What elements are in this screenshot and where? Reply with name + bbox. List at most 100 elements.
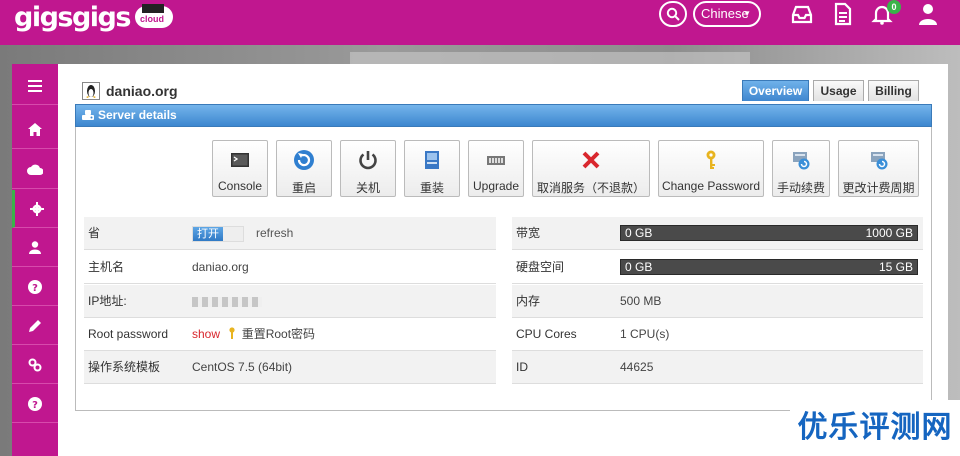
watermark-text: 优乐评测网 — [790, 400, 960, 456]
upgrade-label: Upgrade — [472, 179, 520, 193]
top-header: gigsgigs cloud Chinese ▼ 0 — [0, 0, 960, 45]
manual-renew-button[interactable]: 手动续费 — [772, 140, 830, 197]
menu-icon — [28, 79, 42, 92]
sidebar-item-links[interactable] — [12, 346, 58, 384]
cpu-label: CPU Cores — [516, 327, 577, 341]
server-hostname-title: daniao.org — [106, 83, 178, 99]
console-button[interactable]: Console — [212, 140, 268, 197]
language-selector[interactable]: Chinese ▼ — [693, 1, 761, 27]
tab-billing[interactable]: Billing — [868, 80, 919, 101]
key-icon — [706, 150, 716, 169]
bandwidth-total: 1000 GB — [865, 226, 913, 240]
os-label: 操作系统模板 — [88, 360, 161, 374]
tab-usage[interactable]: Usage — [813, 80, 864, 101]
detail-row-bandwidth: 带宽 0 GB 1000 GB — [512, 217, 923, 250]
console-label: Console — [217, 179, 263, 193]
search-icon — [666, 7, 680, 21]
cancel-icon — [582, 151, 600, 169]
ip-value-redacted — [192, 297, 262, 307]
upgrade-button[interactable]: Upgrade — [468, 140, 524, 197]
reinstall-label: 重装 — [419, 181, 444, 195]
root-password-label: Root password — [88, 327, 169, 341]
billing-cycle-icon — [870, 152, 887, 170]
change-password-button[interactable]: Change Password — [658, 140, 764, 197]
restart-button[interactable]: 重启 — [276, 140, 332, 197]
svg-text:?: ? — [32, 283, 38, 294]
bandwidth-used: 0 GB — [625, 226, 653, 240]
chevron-down-icon: ▼ — [743, 9, 751, 18]
user-icon[interactable] — [916, 2, 940, 26]
key-icon — [229, 327, 235, 339]
sidebar-item-home[interactable] — [12, 111, 58, 149]
upgrade-icon — [487, 156, 505, 165]
link-icon — [28, 358, 42, 371]
sidebar: ? ? — [12, 64, 58, 456]
search-button[interactable] — [659, 1, 687, 27]
change-billing-cycle-button[interactable]: 更改计费周期 — [838, 140, 919, 197]
detail-row-disk: 硬盘空间 0 GB 15 GB — [512, 251, 923, 284]
power-toggle-on: 打开 — [193, 227, 223, 241]
sidebar-item-support[interactable]: ? — [12, 385, 58, 423]
memory-value: 500 MB — [620, 294, 662, 308]
sidebar-item-settings[interactable] — [12, 190, 58, 228]
show-password-link[interactable]: show — [192, 327, 220, 341]
document-icon[interactable] — [831, 2, 855, 26]
renew-icon — [793, 152, 810, 170]
reinstall-button[interactable]: 重装 — [404, 140, 460, 197]
detail-row-cpu: CPU Cores 1 CPU(s) — [512, 318, 923, 351]
sidebar-item-edit[interactable] — [12, 307, 58, 345]
detail-row-hostname: 主机名 daniao.org — [84, 251, 496, 284]
shutdown-label: 关机 — [355, 181, 380, 195]
bandwidth-usage-bar: 0 GB 1000 GB — [620, 225, 918, 241]
bandwidth-label: 带宽 — [516, 226, 541, 240]
hostname-value: daniao.org — [192, 260, 249, 274]
detail-row-memory: 内存 500 MB — [512, 285, 923, 318]
sidebar-item-help[interactable]: ? — [12, 268, 58, 306]
svg-text:?: ? — [32, 400, 38, 411]
help-icon: ? — [28, 279, 42, 294]
server-details-header: Server details — [75, 104, 932, 127]
notification-count-badge: 0 — [887, 0, 901, 14]
detail-row-root-password: Root password show 重置Root密码 — [84, 318, 496, 351]
logo-cloud-flag — [142, 4, 164, 13]
power-toggle[interactable]: 打开 — [192, 226, 244, 242]
linux-icon — [82, 82, 100, 100]
shutdown-button[interactable]: 关机 — [340, 140, 396, 197]
disk-used: 0 GB — [625, 260, 653, 274]
pencil-icon — [29, 319, 41, 332]
change-password-label: Change Password — [661, 179, 761, 193]
id-value: 44625 — [620, 360, 654, 374]
console-icon — [231, 153, 249, 167]
ip-label: IP地址: — [88, 294, 127, 308]
cancel-service-button[interactable]: 取消服务（不退款） — [532, 140, 650, 197]
user-icon — [29, 241, 41, 254]
reinstall-icon — [425, 151, 439, 169]
tab-overview[interactable]: Overview — [742, 80, 809, 101]
logo-cloud-text: cloud — [140, 14, 164, 24]
cpu-value: 1 CPU(s) — [620, 327, 670, 341]
detail-row-power: 省 打开 refresh — [84, 217, 496, 250]
id-label: ID — [516, 360, 528, 374]
power-label: 省 — [88, 226, 101, 240]
refresh-link[interactable]: refresh — [256, 217, 293, 250]
power-icon — [359, 151, 377, 170]
brand-logo[interactable]: gigsgigs — [14, 2, 131, 33]
change-billing-cycle-label: 更改计费周期 — [842, 181, 915, 195]
sidebar-item-account[interactable] — [12, 229, 58, 267]
detail-row-os: 操作系统模板 CentOS 7.5 (64bit) — [84, 351, 496, 384]
cancel-service-label: 取消服务（不退款） — [536, 181, 645, 195]
gear-icon — [29, 201, 44, 216]
reset-root-password-link[interactable]: 重置Root密码 — [242, 327, 315, 341]
memory-label: 内存 — [516, 294, 541, 308]
language-label: Chinese — [701, 6, 749, 21]
disk-total: 15 GB — [878, 260, 913, 274]
help-icon: ? — [28, 396, 42, 411]
sidebar-item-menu[interactable] — [12, 67, 58, 105]
restart-label: 重启 — [291, 181, 316, 195]
inbox-icon[interactable] — [790, 2, 814, 26]
server-title: daniao.org — [82, 82, 178, 100]
sidebar-item-cloud[interactable] — [12, 151, 58, 189]
os-value: CentOS 7.5 (64bit) — [192, 360, 293, 374]
hostname-label: 主机名 — [88, 260, 125, 274]
manual-renew-label: 手动续费 — [776, 181, 825, 195]
